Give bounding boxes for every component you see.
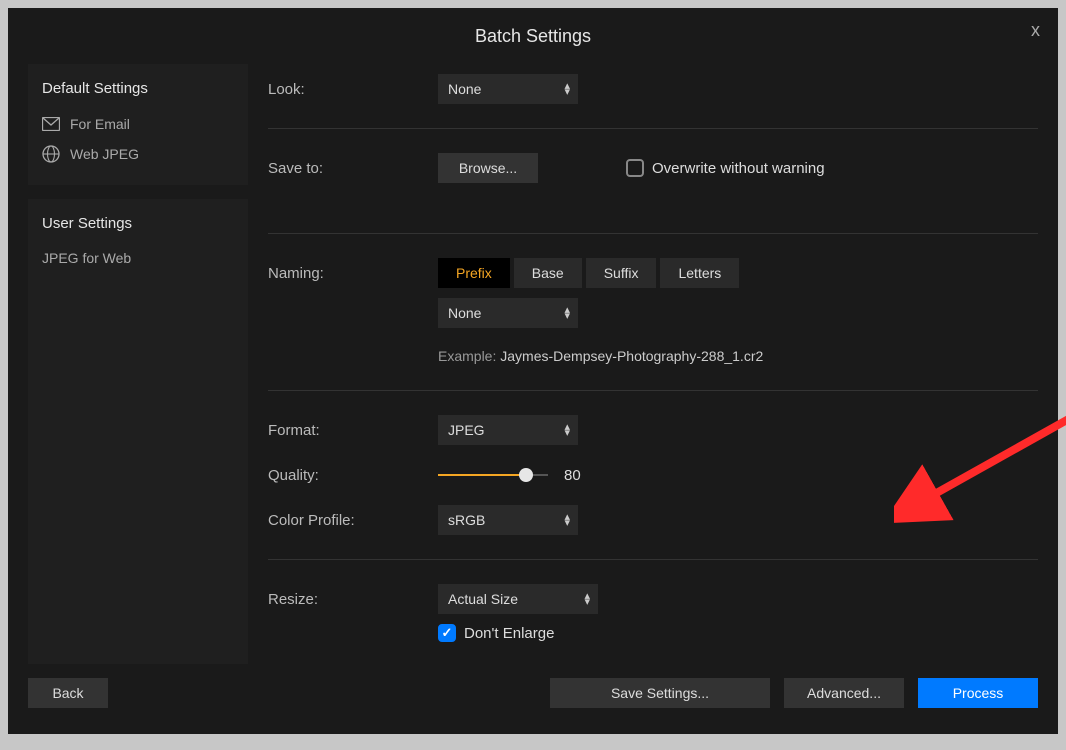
divider <box>268 233 1038 234</box>
dont-enlarge-toggle[interactable]: Don't Enlarge <box>438 624 554 642</box>
content: Default Settings For Email Web JPEG User… <box>8 64 1058 734</box>
process-button[interactable]: Process <box>918 678 1038 708</box>
tab-label: Base <box>532 265 564 281</box>
globe-icon <box>42 145 60 163</box>
format-select[interactable]: JPEG ▴▾ <box>438 415 578 445</box>
chevron-updown-icon: ▴▾ <box>564 514 570 526</box>
sidebar-item-label: Web JPEG <box>70 146 139 162</box>
sidebar-item-web-jpeg[interactable]: Web JPEG <box>42 139 234 169</box>
envelope-icon <box>42 115 60 133</box>
look-select[interactable]: None ▴▾ <box>438 74 578 104</box>
resize-select[interactable]: Actual Size ▴▾ <box>438 584 598 614</box>
user-settings-title: User Settings <box>42 215 234 232</box>
look-value: None <box>448 81 481 97</box>
dont-enlarge-row: Don't Enlarge <box>268 624 1038 652</box>
checkbox-icon <box>626 159 644 177</box>
divider <box>268 128 1038 129</box>
chevron-updown-icon: ▴▾ <box>584 593 590 605</box>
quality-row: Quality: 80 <box>268 455 1038 495</box>
slider-fill <box>438 474 526 476</box>
resize-row: Resize: Actual Size ▴▾ <box>268 574 1038 624</box>
tab-label: Letters <box>678 265 721 281</box>
color-profile-row: Color Profile: sRGB ▴▾ <box>268 495 1038 545</box>
slider-thumb <box>519 468 533 482</box>
default-settings-section: Default Settings For Email Web JPEG <box>28 64 248 185</box>
user-settings-section: User Settings JPEG for Web <box>28 199 248 664</box>
look-row: Look: None ▴▾ <box>268 64 1038 114</box>
back-button[interactable]: Back <box>28 678 108 708</box>
tab-base[interactable]: Base <box>514 258 582 288</box>
browse-button[interactable]: Browse... <box>438 153 538 183</box>
sidebar: Default Settings For Email Web JPEG User… <box>28 64 248 714</box>
button-label: Save Settings... <box>611 685 709 701</box>
tab-prefix[interactable]: Prefix <box>438 258 510 288</box>
tab-suffix[interactable]: Suffix <box>586 258 657 288</box>
dont-enlarge-label: Don't Enlarge <box>464 625 554 642</box>
browse-label: Browse... <box>459 160 517 176</box>
sidebar-item-jpeg-for-web[interactable]: JPEG for Web <box>42 244 234 272</box>
naming-value-row: None ▴▾ <box>268 298 1038 338</box>
sidebar-item-label: JPEG for Web <box>42 250 131 266</box>
format-label: Format: <box>268 422 438 439</box>
batch-settings-window: Batch Settings x Default Settings For Em… <box>8 8 1058 734</box>
main-panel: Look: None ▴▾ Save to: Browse... Overwri… <box>268 64 1038 714</box>
button-label: Advanced... <box>807 685 881 701</box>
naming-example: Example: Jaymes-Dempsey-Photography-288_… <box>438 348 1038 364</box>
format-row: Format: JPEG ▴▾ <box>268 405 1038 455</box>
quality-label: Quality: <box>268 467 438 484</box>
resize-value: Actual Size <box>448 591 518 607</box>
save-settings-button[interactable]: Save Settings... <box>550 678 770 708</box>
quality-value: 80 <box>564 467 581 484</box>
naming-value: None <box>448 305 481 321</box>
color-profile-label: Color Profile: <box>268 512 438 529</box>
chevron-updown-icon: ▴▾ <box>564 424 570 436</box>
color-profile-select[interactable]: sRGB ▴▾ <box>438 505 578 535</box>
divider <box>268 390 1038 391</box>
sidebar-item-label: For Email <box>70 116 130 132</box>
color-profile-value: sRGB <box>448 512 485 528</box>
tab-letters[interactable]: Letters <box>660 258 739 288</box>
tab-label: Prefix <box>456 265 492 281</box>
naming-label: Naming: <box>268 265 438 282</box>
naming-tabs: Prefix Base Suffix Letters <box>438 258 739 288</box>
advanced-button[interactable]: Advanced... <box>784 678 904 708</box>
close-icon[interactable]: x <box>1031 20 1040 41</box>
checkbox-icon <box>438 624 456 642</box>
resize-label: Resize: <box>268 591 438 608</box>
save-to-row: Save to: Browse... Overwrite without war… <box>268 143 1038 193</box>
footer-buttons: Save Settings... Advanced... Process <box>550 678 1038 708</box>
chevron-updown-icon: ▴▾ <box>564 307 570 319</box>
default-settings-title: Default Settings <box>42 80 234 97</box>
quality-slider[interactable] <box>438 465 548 485</box>
tab-label: Suffix <box>604 265 639 281</box>
naming-row: Naming: Prefix Base Suffix Letters <box>268 248 1038 298</box>
titlebar: Batch Settings x <box>8 8 1058 64</box>
overwrite-label: Overwrite without warning <box>652 160 825 177</box>
overwrite-toggle[interactable]: Overwrite without warning <box>626 159 825 177</box>
save-to-label: Save to: <box>268 160 438 177</box>
look-label: Look: <box>268 81 438 98</box>
format-value: JPEG <box>448 422 485 438</box>
back-button-label: Back <box>52 685 83 701</box>
chevron-updown-icon: ▴▾ <box>564 83 570 95</box>
sidebar-item-for-email[interactable]: For Email <box>42 109 234 139</box>
example-prefix: Example: <box>438 348 500 364</box>
button-label: Process <box>953 685 1004 701</box>
window-title: Batch Settings <box>475 26 591 47</box>
naming-select[interactable]: None ▴▾ <box>438 298 578 328</box>
divider <box>268 559 1038 560</box>
example-filename: Jaymes-Dempsey-Photography-288_1.cr2 <box>500 348 763 364</box>
